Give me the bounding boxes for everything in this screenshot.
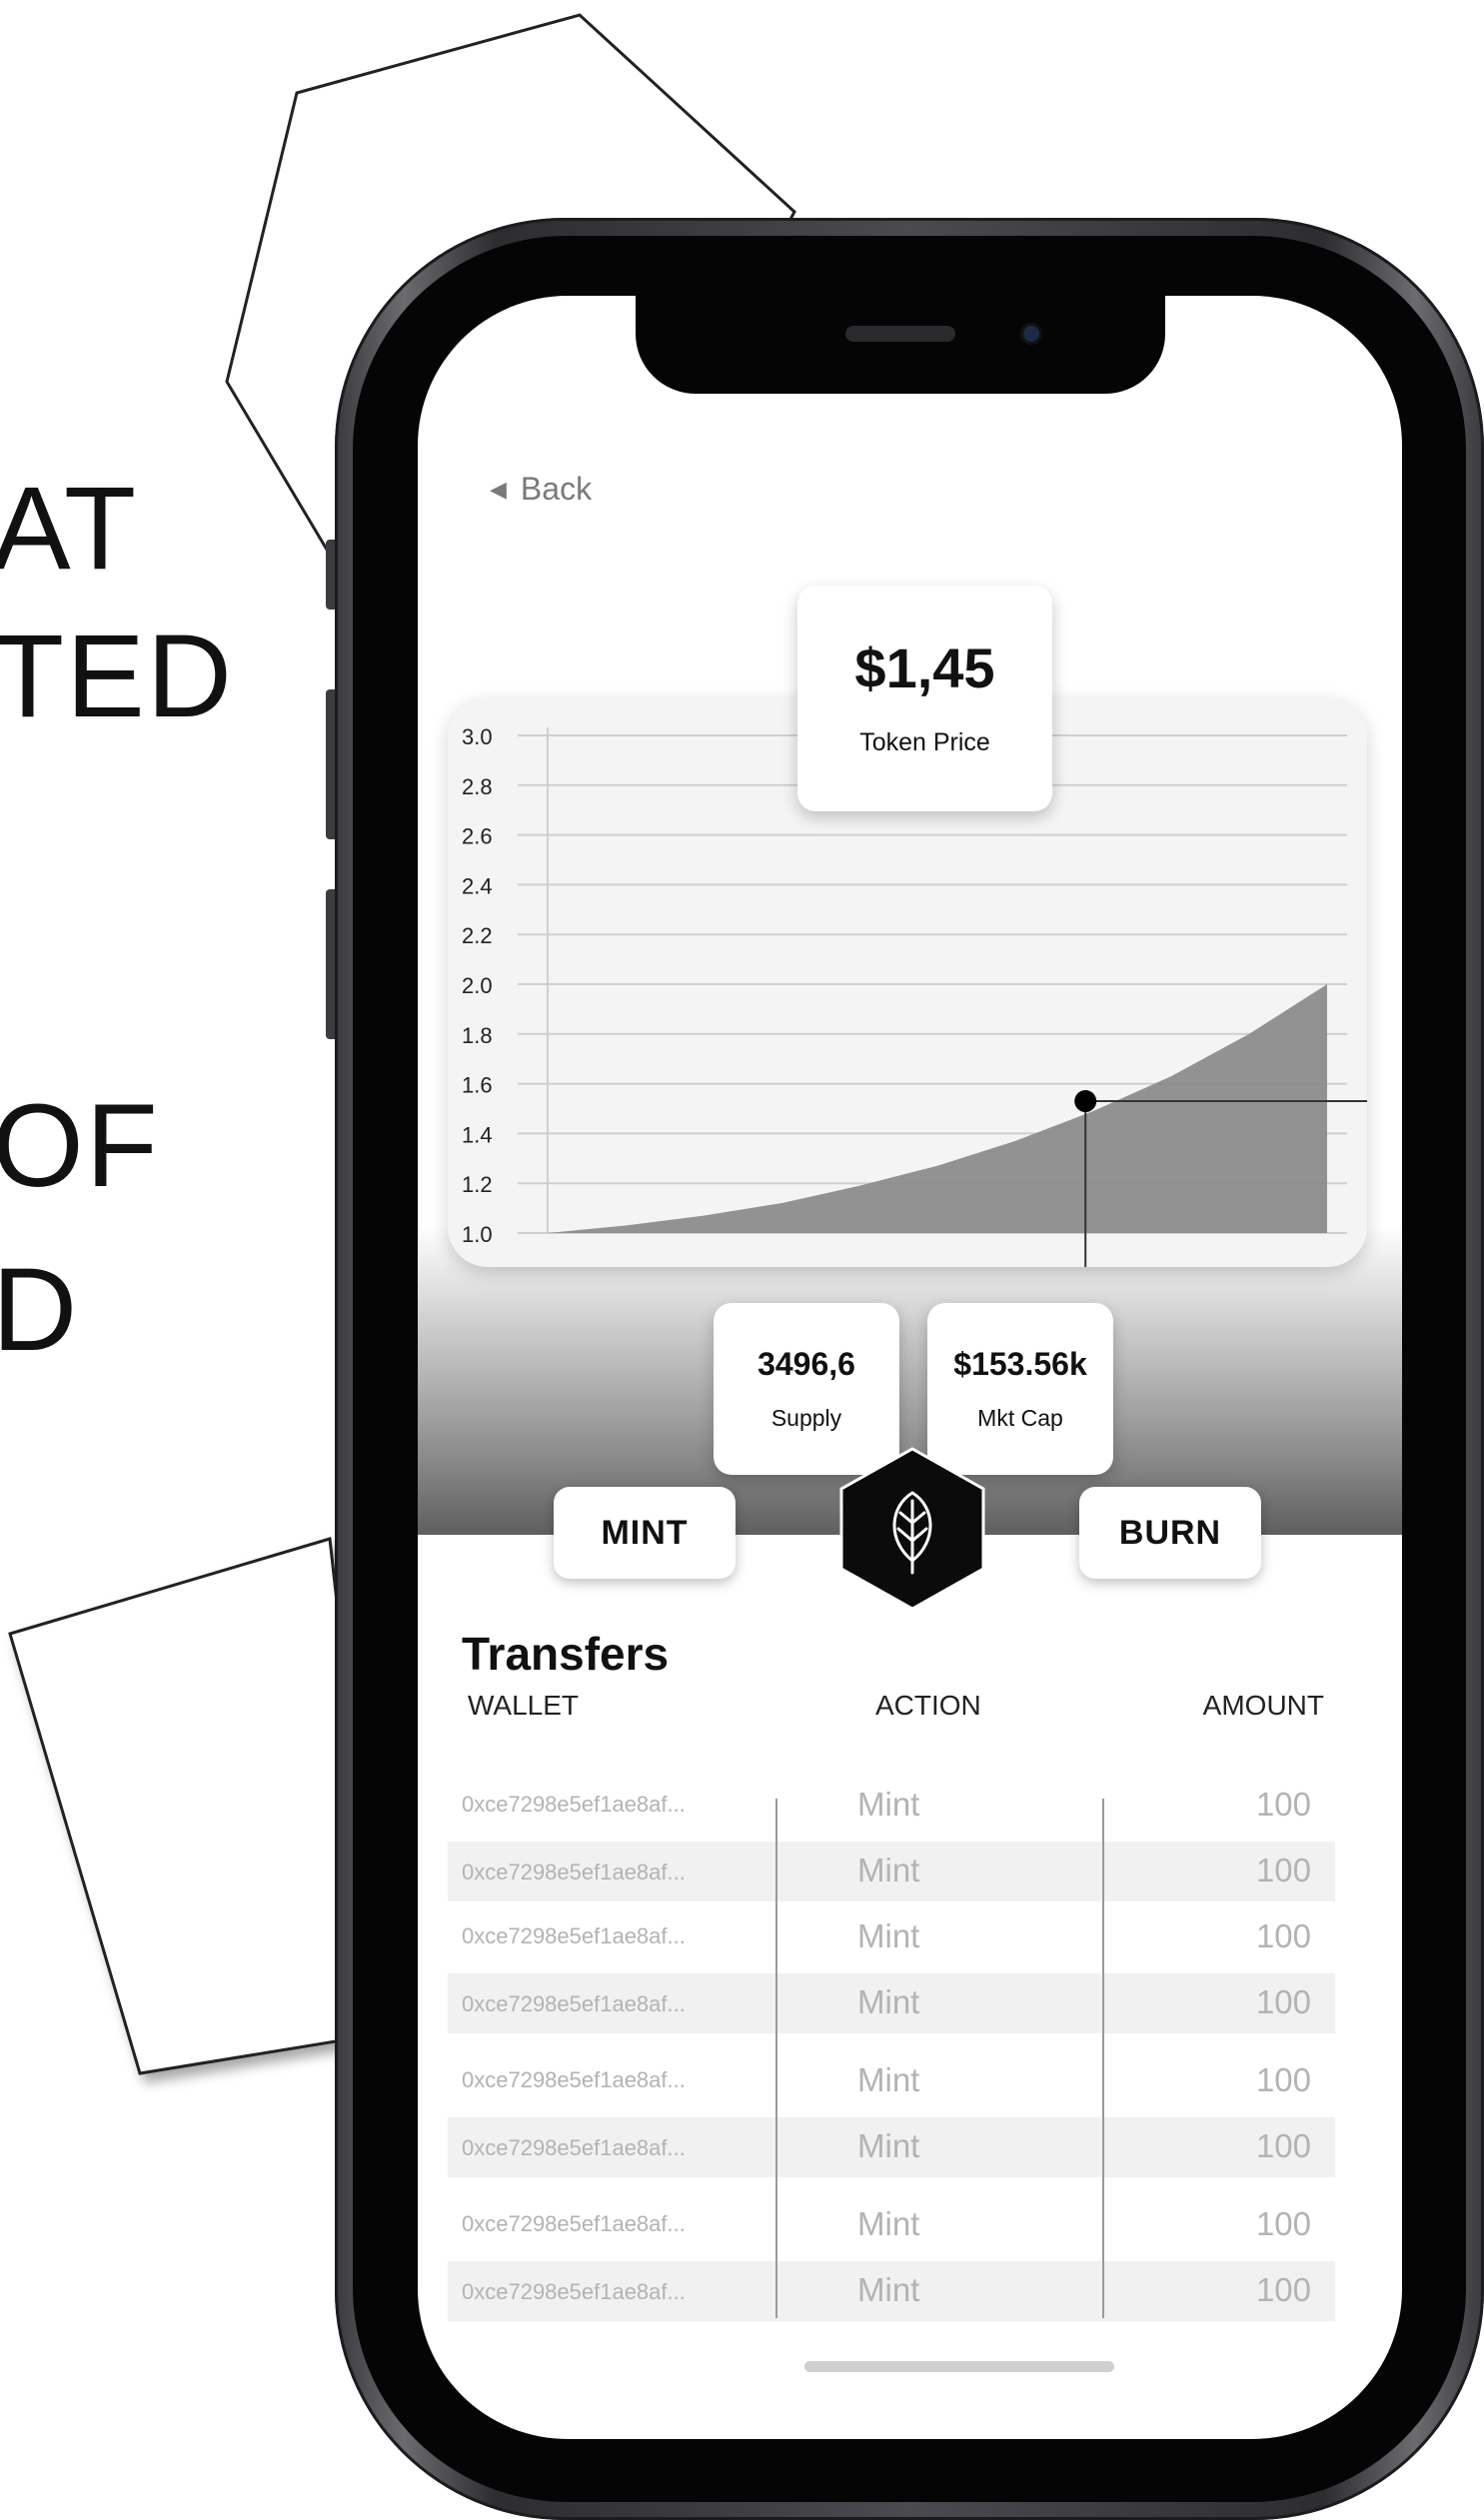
wallet-cell: 0xce7298e5ef1ae8af... [462, 2067, 686, 2092]
home-indicator[interactable] [804, 2361, 1114, 2372]
column-header-action: ACTION [875, 1690, 981, 1721]
column-header-wallet: WALLET [468, 1690, 579, 1721]
y-tick-label: 1.2 [462, 1172, 493, 1197]
amount-cell: 100 [1255, 2205, 1311, 2242]
wallet-cell: 0xce7298e5ef1ae8af... [462, 1860, 686, 1885]
y-tick-label: 1.0 [462, 1222, 493, 1247]
back-button[interactable]: ◀ Back [490, 471, 592, 508]
action-cell: Mint [857, 1983, 920, 2020]
action-cell: Mint [857, 2271, 920, 2308]
column-header-amount: AMOUNT [1202, 1690, 1324, 1721]
column-divider [775, 1799, 777, 2318]
burn-button[interactable]: BURN [1079, 1487, 1261, 1579]
background-text-line: D [0, 1244, 80, 1376]
back-label: Back [520, 471, 593, 507]
transfers-title: Transfers [462, 1628, 670, 1680]
table-row[interactable]: 0xce7298e5ef1ae8af... Mint 100 [448, 1973, 1335, 2033]
current-price-marker [1074, 1090, 1097, 1113]
y-tick-label: 2.0 [462, 973, 493, 998]
curve-area [548, 984, 1327, 1233]
y-tick-label: 2.8 [462, 774, 493, 799]
wallet-cell: 0xce7298e5ef1ae8af... [462, 1991, 686, 2016]
background-text-line: OF [0, 1080, 160, 1212]
mint-button[interactable]: MINT [554, 1487, 736, 1579]
phone-notch [636, 296, 1165, 394]
amount-cell: 100 [1255, 1983, 1311, 2020]
action-cell: Mint [857, 1852, 920, 1889]
market-cap-value: $153.56k [953, 1346, 1087, 1382]
amount-cell: 100 [1255, 2271, 1311, 2308]
table-row[interactable]: 0xce7298e5ef1ae8af... Mint 100 [448, 2261, 1335, 2321]
y-tick-label: 2.6 [462, 824, 493, 849]
action-cell: Mint [857, 2205, 920, 2242]
amount-cell: 100 [1255, 1852, 1311, 1889]
amount-cell: 100 [1255, 1917, 1311, 1954]
background-square-outline [8, 1537, 387, 2075]
amount-cell: 100 [1255, 2127, 1311, 2164]
table-row[interactable]: 0xce7298e5ef1ae8af... Mint 100 [448, 2117, 1335, 2177]
table-row[interactable]: 0xce7298e5ef1ae8af... Mint 100 [448, 1842, 1335, 1901]
background-text-line: AT [0, 463, 139, 595]
table-row[interactable]: 0xce7298e5ef1ae8af... Mint 100 [448, 2045, 1335, 2117]
supply-value: 3496,6 [757, 1346, 855, 1382]
amount-cell: 100 [1255, 1786, 1311, 1823]
y-tick-label: 1.8 [462, 1023, 493, 1048]
table-row[interactable]: 0xce7298e5ef1ae8af... Mint 100 [448, 2189, 1335, 2261]
wallet-cell: 0xce7298e5ef1ae8af... [462, 1792, 686, 1817]
action-cell: Mint [857, 1786, 920, 1823]
wallet-cell: 0xce7298e5ef1ae8af... [462, 2135, 686, 2160]
speaker-grille [845, 326, 955, 342]
wallet-cell: 0xce7298e5ef1ae8af... [462, 2279, 686, 2304]
action-cell: Mint [857, 1917, 920, 1954]
token-price-card: $1,45 Token Price [797, 586, 1052, 811]
token-price-value: $1,45 [854, 635, 995, 699]
action-cell: Mint [857, 2127, 920, 2164]
y-tick-label: 2.4 [462, 873, 493, 898]
y-tick-label: 1.4 [462, 1122, 493, 1147]
hexagon-logo-button[interactable] [837, 1445, 987, 1613]
wallet-cell: 0xce7298e5ef1ae8af... [462, 2211, 686, 2236]
table-row[interactable]: 0xce7298e5ef1ae8af... Mint 100 [448, 1901, 1335, 1973]
y-tick-label: 2.2 [462, 923, 493, 948]
y-tick-label: 3.0 [462, 724, 493, 749]
action-cell: Mint [857, 2061, 920, 2098]
y-tick-label: 1.6 [462, 1073, 493, 1098]
wallet-cell: 0xce7298e5ef1ae8af... [462, 1923, 686, 1948]
supply-label: Supply [770, 1405, 842, 1431]
phone-screen: ◀ Back 3.0 2.8 2.6 2.4 2.2 2.0 1.8 1.6 1.4 1.2 1.0… [418, 296, 1402, 2439]
column-divider [1102, 1799, 1104, 2318]
table-row[interactable]: 0xce7298e5ef1ae8af... Mint 100 [448, 1770, 1335, 1842]
token-price-label: Token Price [859, 727, 990, 756]
back-arrow-icon: ◀ [490, 476, 507, 502]
background-text-line: TED [0, 611, 234, 742]
market-cap-label: Mkt Cap [977, 1405, 1063, 1431]
amount-cell: 100 [1255, 2061, 1311, 2098]
front-camera [1020, 323, 1042, 345]
